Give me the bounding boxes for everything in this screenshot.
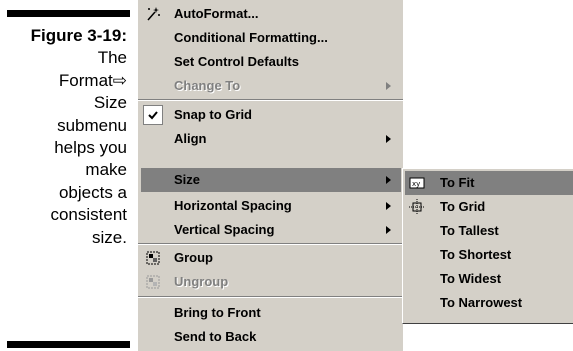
size-submenu: xy To Fit To Grid To Tallest To Shortest… [402,168,573,324]
caption-line: size. [92,227,127,247]
menu-item-label: Conditional Formatting... [174,30,328,45]
menu-separator [138,296,403,298]
submenu-item-to-grid[interactable]: To Grid [405,195,573,219]
autoformat-wand-icon [143,4,163,24]
submenu-item-to-widest[interactable]: To Widest [405,267,573,291]
menu-item-horizontal-spacing[interactable]: Horizontal Spacing [141,194,401,218]
svg-text:xy: xy [412,180,420,188]
group-icon [143,248,163,268]
menu-item-conditional-formatting[interactable]: Conditional Formatting... [141,26,401,50]
menu-item-label: Vertical Spacing [174,222,275,237]
menu-item-vertical-spacing[interactable]: Vertical Spacing [141,218,401,242]
submenu-item-label: To Shortest [440,247,512,262]
submenu-item-label: To Fit [440,175,475,190]
menu-item-label: Snap to Grid [174,107,252,122]
submenu-arrow-icon [386,135,391,143]
caption-line: objects a [58,182,127,202]
format-menu: AutoFormat... Conditional Formatting... … [137,0,403,351]
menu-item-label: Set Control Defaults [174,54,299,69]
menu-item-change-to[interactable]: Change To [141,74,401,98]
menu-item-align[interactable]: Align [141,127,401,151]
caption-line: make [85,160,127,180]
submenu-arrow-icon [386,202,391,210]
menu-item-size[interactable]: Size [141,168,401,192]
menu-item-bring-to-front[interactable]: Bring to Front [141,301,401,325]
submenu-item-to-fit[interactable]: xy To Fit [405,171,573,195]
submenu-item-label: To Narrowest [440,295,523,310]
menu-item-label: AutoFormat... [174,6,259,21]
figure-label: Figure 3-19: [30,26,127,45]
to-fit-icon: xy [407,173,427,193]
submenu-arrow-icon [386,82,391,90]
caption-line: helps you [54,138,127,158]
menu-item-label: Send to Back [174,329,257,344]
caption-line: Size [93,93,127,113]
ungroup-icon [143,272,163,292]
submenu-item-label: To Widest [440,271,502,286]
menu-item-group[interactable]: Group [141,246,401,270]
menu-item-label: Align [174,131,207,146]
menu-item-send-to-back[interactable]: Send to Back [141,325,401,349]
menu-item-label: Group [174,250,213,265]
caption-line: consistent [50,205,127,225]
caption-bottom-bar [7,341,130,348]
submenu-item-to-shortest[interactable]: To Shortest [405,243,573,267]
submenu-item-label: To Grid [440,199,486,214]
submenu-arrow-icon [386,176,391,184]
to-grid-icon [407,197,427,217]
menu-separator [138,243,403,245]
submenu-item-to-narrowest[interactable]: To Narrowest [405,291,573,315]
menu-item-label: Ungroup [174,274,229,289]
menu-separator [138,99,403,101]
menu-item-label: Bring to Front [174,305,261,320]
menu-item-label: Horizontal Spacing [174,198,292,213]
caption-line: submenu [57,115,127,135]
submenu-item-to-tallest[interactable]: To Tallest [405,219,573,243]
menu-item-set-control-defaults[interactable]: Set Control Defaults [141,50,401,74]
figure-caption: Figure 3-19: The Format⇨ Size submenu he… [0,25,127,249]
caption-top-bar [7,10,130,17]
menu-item-label: Size [174,172,201,187]
submenu-arrow-icon [386,226,391,234]
menu-item-autoformat[interactable]: AutoFormat... [141,2,401,26]
caption-line: Format⇨ [58,70,127,90]
menu-item-ungroup[interactable]: Ungroup [141,270,401,294]
submenu-item-label: To Tallest [440,223,499,238]
checkmark-icon [143,105,163,125]
menu-item-snap-to-grid[interactable]: Snap to Grid [141,103,401,127]
caption-line: The [97,48,127,68]
menu-item-label: Change To [174,78,241,93]
